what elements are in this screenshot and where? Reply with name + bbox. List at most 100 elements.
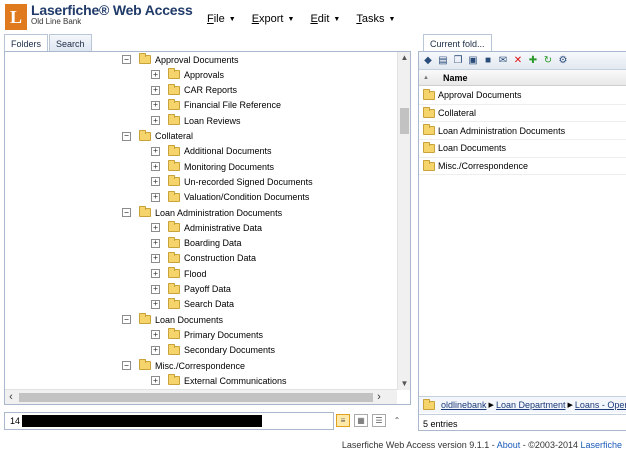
expand-icon[interactable]: + [151,223,160,233]
expand-icon[interactable]: + [151,253,160,263]
expand-icon[interactable]: + [151,192,160,202]
expand-icon[interactable]: + [151,146,160,156]
breadcrumb-link[interactable]: Loans - Open [575,400,626,410]
folder-icon [423,124,435,136]
brand-title: Laserfiche® Web Access [31,2,193,18]
tree-node-label: Primary Documents [184,329,264,340]
tree-node[interactable]: + Loan Reviews [151,113,241,128]
expand-icon[interactable]: + [151,299,160,309]
tree-node[interactable]: + Secondary Documents [151,343,275,358]
collapse-icon[interactable]: − [122,131,131,141]
list-item[interactable]: Loan Administration Documents [419,122,626,141]
scroll-thumb[interactable] [400,108,409,134]
details-view-icon[interactable]: ≡ [336,414,350,427]
tree-node[interactable]: + Administrative Data [151,220,262,235]
briefcase-icon[interactable]: ■ [482,55,494,67]
folder-icon [423,88,435,100]
copy-icon[interactable]: ❐ [452,55,464,67]
delete-icon[interactable]: ✕ [512,55,524,67]
menu-edit[interactable]: Edit ▼ [310,13,340,25]
tab-search[interactable]: Search [49,34,92,52]
properties-icon[interactable]: ⚙ [557,55,569,67]
tree-node[interactable]: + Monitoring Documents [151,159,274,174]
outlook-icon[interactable]: ✉ [497,55,509,67]
menu-export[interactable]: Export ▼ [252,13,295,25]
tree-node[interactable]: + CAR Reports [151,83,237,98]
about-link[interactable]: About [497,440,521,450]
collapse-icon[interactable]: − [122,55,131,64]
tree-vertical-scrollbar[interactable]: ▲ ▼ [397,52,410,390]
list-item[interactable]: Misc./Correspondence [419,158,626,176]
folder-icon [168,221,180,233]
list-item[interactable]: Loan Documents [419,140,626,158]
tree-node[interactable]: − Loan Administration Documents [122,205,282,220]
expand-icon[interactable]: + [151,238,160,248]
list-item-label: Approval Documents [438,90,522,101]
tree-node-label: Secondary Documents [184,345,276,356]
folder-icon [168,343,180,355]
menu-label: xport [259,13,284,25]
expand-icon[interactable]: + [151,162,160,172]
collapse-icon[interactable]: ⌃ [390,414,404,427]
hscroll-thumb[interactable] [19,393,373,402]
tree-node[interactable]: − Collateral [122,129,193,144]
expand-icon[interactable]: + [151,330,160,340]
new-folder-icon[interactable]: ✚ [527,55,539,67]
tree-node[interactable]: + Boarding Data [151,236,242,251]
tree-node[interactable]: − Approval Documents [122,52,239,67]
tab-folders[interactable]: Folders [4,34,49,52]
expand-icon[interactable]: + [151,70,160,80]
collapse-icon[interactable]: − [122,361,131,370]
tree-node[interactable]: + Flood [151,266,207,281]
folder-list: Approval Documents Collateral Loan Adminis… [419,87,626,176]
tree-node[interactable]: + Valuation/Condition Documents [151,190,309,205]
tree-node[interactable]: + Primary Documents [151,327,263,342]
expand-icon[interactable]: + [151,345,160,355]
tree-node[interactable]: − Loan Documents [122,312,223,327]
folder-icon [168,114,180,126]
list-item[interactable]: Collateral [419,105,626,123]
refresh-icon[interactable]: ↻ [542,55,554,67]
footer: Laserfiche Web Access version 9.1.1 - Ab… [342,440,622,450]
tree-node[interactable]: − Misc./Correspondence [122,358,245,373]
scroll-up-icon[interactable]: ▲ [398,52,410,64]
expand-icon[interactable]: + [151,376,160,386]
expand-icon[interactable]: + [151,269,160,279]
tab-current-folder[interactable]: Current fold... [423,34,492,52]
name-column-header[interactable]: ▲ Name [419,70,626,86]
tree-node[interactable]: + Construction Data [151,251,256,266]
tree-horizontal-scrollbar[interactable]: ‹ › [5,389,397,404]
paste-icon[interactable]: ▣ [467,55,479,67]
tree-node-label: Collateral [155,131,194,141]
collapse-icon[interactable]: − [122,315,131,325]
tree-node[interactable]: + Financial File Reference [151,98,281,113]
scroll-right-icon[interactable]: › [373,390,385,404]
scroll-down-icon[interactable]: ▼ [398,378,410,390]
list-item[interactable]: Approval Documents [419,87,626,105]
tree-node[interactable]: + Search Data [151,297,234,312]
expand-icon[interactable]: + [151,116,160,126]
browse-icon[interactable]: ◆ [422,55,434,67]
folder-icon [168,83,180,95]
collapse-icon[interactable]: − [122,208,131,217]
breadcrumb-link[interactable]: Loan Department [496,400,566,410]
tree-node[interactable]: + Payoff Data [151,282,231,297]
metadata-icon[interactable]: ▤ [437,55,449,67]
menu-tasks[interactable]: Tasks ▼ [356,13,395,25]
tree-node[interactable]: + External Communications [151,373,287,388]
expand-icon[interactable]: + [151,284,160,294]
laserfiche-link[interactable]: Laserfiche [580,440,622,450]
expand-icon[interactable]: + [151,177,160,187]
scroll-left-icon[interactable]: ‹ [5,390,17,404]
breadcrumb-link[interactable]: oldlinebank [441,400,487,410]
expand-icon[interactable]: + [151,100,160,110]
folder-icon [168,190,180,202]
expand-icon[interactable]: + [151,85,160,95]
tree-node[interactable]: + Additional Documents [151,144,272,159]
tree-node[interactable]: + Un-recorded Signed Documents [151,174,313,189]
thumbnail-view-icon[interactable]: ▦ [354,414,368,427]
menu-file[interactable]: File ▼ [207,13,236,25]
tree-node[interactable]: + Approvals [151,67,224,82]
selected-path-field[interactable]: 14 [4,412,334,430]
list-view-icon[interactable]: ☰ [372,414,386,427]
